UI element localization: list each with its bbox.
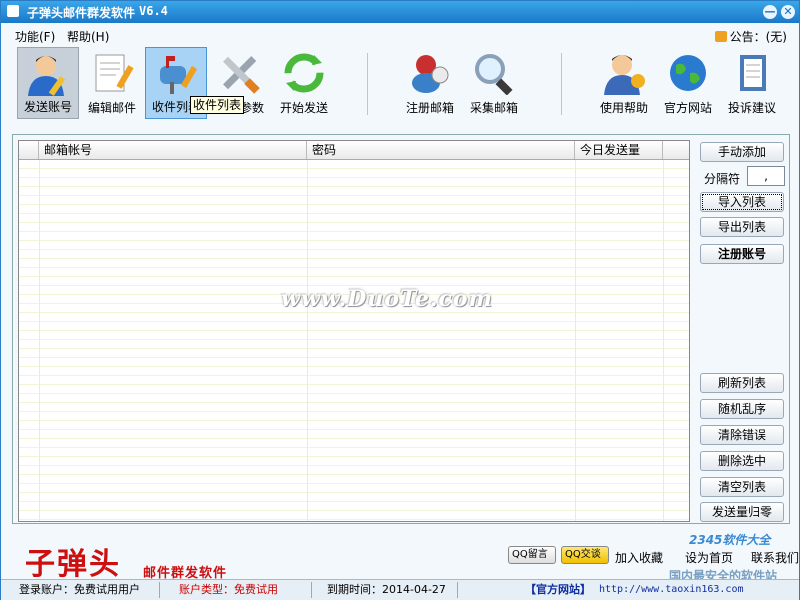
toolbar-feedback[interactable]: 投诉建议 [721,47,783,119]
user-pen-icon [28,56,66,96]
toolbar-label: 发送账号 [23,100,72,114]
header-password[interactable]: 密码 [307,141,575,159]
table-header: 邮箱帐号 密码 今日发送量 [19,141,689,160]
refresh-icon [284,53,324,93]
manual-add-button[interactable]: 手动添加 [700,142,784,162]
toolbar-separator [561,53,562,115]
window-title: 子弹头邮件群发软件 [27,6,136,20]
register-account-button[interactable]: 注册账号 [700,244,784,264]
window-version: V6.4 [139,4,168,18]
toolbar-label: 采集邮箱 [469,101,518,115]
app-icon [7,5,19,17]
toolbar-label: 官方网站 [663,101,712,115]
status-official-link[interactable]: 【官方网站】 [525,583,591,597]
qq-message-button[interactable]: QQ留言 [508,546,556,564]
header-email[interactable]: 邮箱帐号 [39,141,307,159]
shuffle-button[interactable]: 随机乱序 [700,399,784,419]
import-list-button[interactable]: 导入列表 [700,192,784,212]
magnifier-icon [475,54,513,95]
status-divider [311,582,312,598]
header-index [19,141,39,159]
brand-logo: 子弹头 [25,547,121,582]
column-divider [39,160,40,521]
status-bar: 登录账户：免费试用用户 账户类型：免费试用 到期时间：2014-04-27 【官… [1,579,799,600]
menu-bar: 功能(F) 帮助(H) 公告：(无) [1,23,799,45]
toolbar-collect-mail[interactable]: 采集邮箱 [463,47,525,119]
toolbar-register-mail[interactable]: 注册邮箱 [399,47,461,119]
column-divider [307,160,308,521]
set-homepage-link[interactable]: 设为首页 [685,549,733,566]
register-icon [412,55,449,93]
qq-talk-button[interactable]: QQ交谈 [561,546,609,564]
toolbar-label: 注册邮箱 [405,101,454,115]
notice-text: 公告：(无) [729,30,787,44]
toolbar-send-account[interactable]: 发送账号 [17,47,79,119]
title-bar: 子弹头邮件群发软件 V6.4 — ✕ [1,1,799,23]
reset-count-button[interactable]: 发送量归零 [700,502,784,522]
header-today-sent[interactable]: 今日发送量 [575,141,663,159]
toolbar: 发送账号 编辑邮件 收件列表 开始发送 注册邮箱 采集邮箱 使用帮助 官方网站 … [1,45,799,121]
table-body[interactable] [19,160,689,521]
export-list-button[interactable]: 导出列表 [700,217,784,237]
status-divider [457,582,458,598]
main-panel: 邮箱帐号 密码 今日发送量 手动添加 分隔符 导入列表 导出列表 注册账号 刷新… [12,134,790,524]
status-login: 登录账户：免费试用用户 [19,583,140,596]
toolbar-edit-mail[interactable]: 编辑邮件 [81,47,143,119]
notice: 公告：(无) [714,28,787,45]
status-url[interactable]: http://www.taoxin163.com [599,583,744,597]
speaker-icon [714,31,727,42]
separator-input[interactable] [747,166,785,186]
add-favorite-link[interactable]: 加入收藏 [615,549,663,566]
menu-help[interactable]: 帮助(H) [67,28,109,45]
toolbar-label: 使用帮助 [599,101,648,115]
menu-function[interactable]: 功能(F) [15,28,55,45]
notebook-icon [740,55,766,91]
mailbox-icon [160,56,198,94]
contact-us-link[interactable]: 联系我们 [751,549,799,566]
toolbar-label: 开始发送 [279,101,328,115]
clear-errors-button[interactable]: 清除错误 [700,425,784,445]
delete-selected-button[interactable]: 删除选中 [700,451,784,471]
account-table[interactable]: 邮箱帐号 密码 今日发送量 [18,140,690,522]
help-user-icon [604,55,645,95]
status-account-type: 账户类型：免费试用 [179,583,278,596]
toolbar-label: 投诉建议 [727,101,776,115]
toolbar-label: 编辑邮件 [87,101,136,115]
status-divider [159,582,160,598]
toolbar-official-site[interactable]: 官方网站 [657,47,719,119]
separator-label: 分隔符 [704,172,741,186]
toolbar-separator [367,53,368,115]
toolbar-help[interactable]: 使用帮助 [593,47,655,119]
corner-watermark: 2345软件大全 [689,533,771,547]
column-divider [663,160,664,521]
clear-list-button[interactable]: 清空列表 [700,477,784,497]
status-expire: 到期时间：2014-04-27 [327,583,446,596]
refresh-list-button[interactable]: 刷新列表 [700,373,784,393]
toolbar-start-send[interactable]: 开始发送 [273,47,335,119]
tooltip: 收件列表 [190,96,245,114]
app-window: 子弹头邮件群发软件 V6.4 — ✕ 功能(F) 帮助(H) 公告：(无) 发送… [0,0,800,600]
minimize-button[interactable]: — [763,5,777,19]
column-divider [575,160,576,521]
duote-watermark: www.DuoTe.com [281,286,493,312]
document-pen-icon [95,54,134,92]
tools-icon [223,56,260,94]
globe-icon [670,55,706,91]
close-button[interactable]: ✕ [781,5,795,19]
